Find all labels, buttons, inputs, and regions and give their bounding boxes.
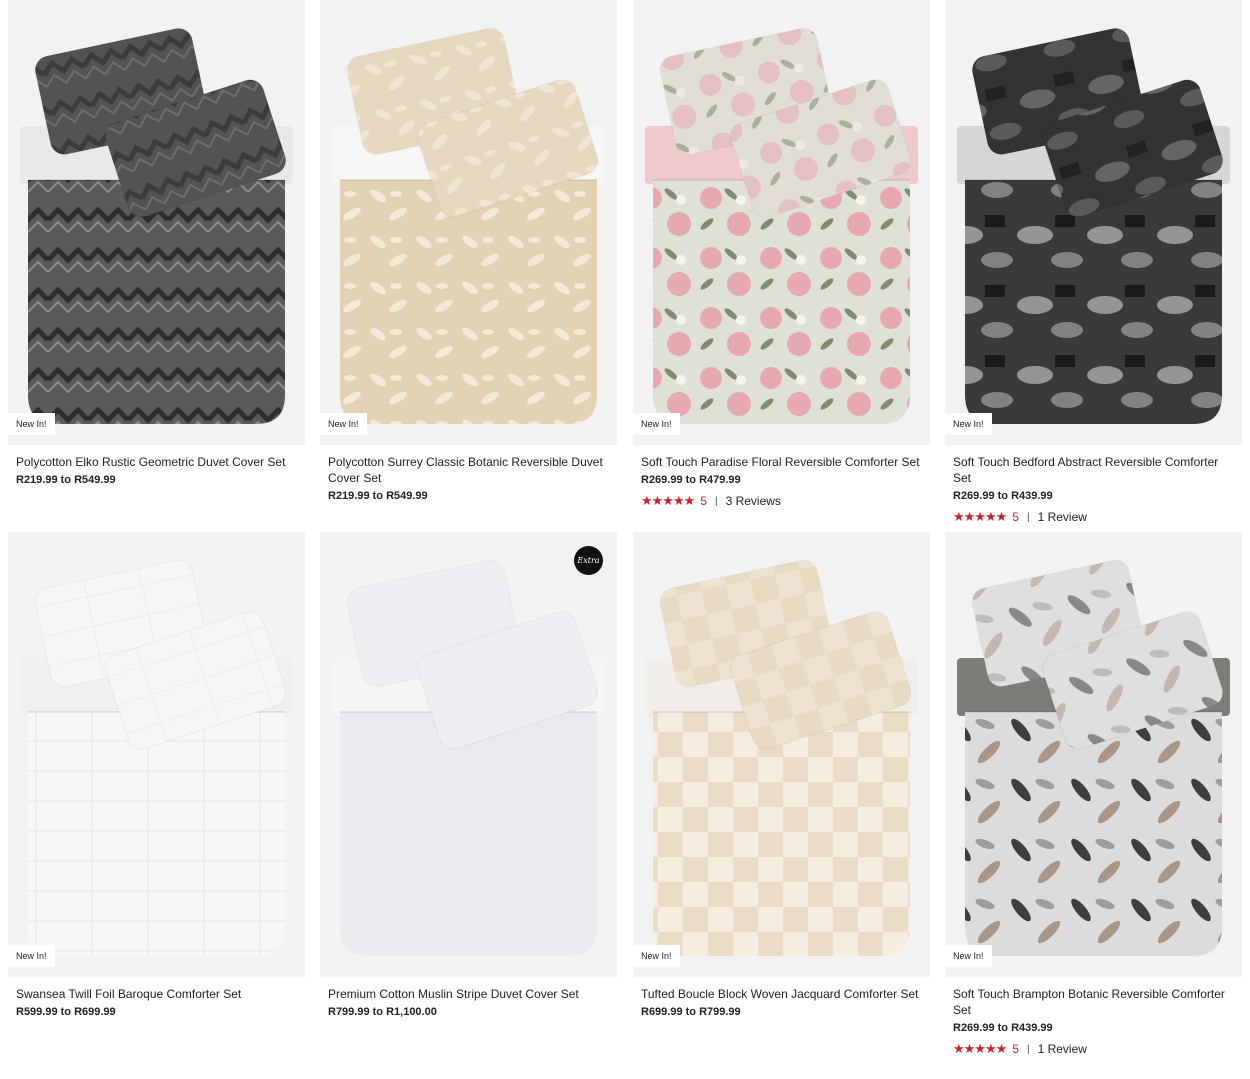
new-in-badge: New In! (8, 945, 55, 967)
product-price: R799.99 to R1,100.00 (328, 1006, 437, 1018)
product-card[interactable]: Extra Premium Cotton Muslin Stripe Duvet … (320, 532, 617, 1020)
product-image-link[interactable]: New In! (633, 0, 930, 445)
rating-score: 5 (1012, 510, 1019, 524)
product-card[interactable]: New In! Soft Touch Paradise Floral Revers… (633, 0, 930, 509)
star-rating-icon: ★★★★★ (953, 1041, 1007, 1056)
product-rating[interactable]: ★★★★★ 5 | 1 Review (953, 1041, 1234, 1057)
star-rating-icon: ★★★★★ (953, 509, 1007, 524)
product-image-link[interactable]: New In! (8, 0, 305, 445)
product-image-link[interactable]: New In! (8, 532, 305, 977)
rating-divider: | (1026, 1043, 1030, 1055)
product-title[interactable]: Soft Touch Paradise Floral Reversible Co… (641, 454, 922, 470)
product-image (633, 0, 930, 445)
product-card[interactable]: New In! Polycotton Elko Rustic Geometric … (8, 0, 305, 488)
product-title[interactable]: Soft Touch Bedford Abstract Reversible C… (953, 454, 1234, 486)
product-card[interactable]: New In! Swansea Twill Foil Baroque Comfor… (8, 532, 305, 1020)
product-image (8, 532, 305, 977)
product-price: R599.99 to R699.99 (16, 1006, 116, 1018)
product-image-link[interactable]: New In! (320, 0, 617, 445)
product-price: R219.99 to R549.99 (16, 474, 116, 486)
product-image-link[interactable]: New In! (945, 532, 1242, 977)
review-count-link[interactable]: 1 Review (1038, 1042, 1087, 1056)
product-card[interactable]: New In! Soft Touch Brampton Botanic Rever… (945, 532, 1242, 1057)
product-price: R269.99 to R479.99 (641, 474, 741, 486)
product-price: R269.99 to R439.99 (953, 490, 1053, 502)
product-price: R219.99 to R549.99 (328, 490, 428, 502)
product-price: R269.99 to R439.99 (953, 1022, 1053, 1034)
new-in-badge: New In! (633, 945, 680, 967)
product-image-link[interactable]: New In! (633, 532, 930, 977)
product-image (945, 532, 1242, 977)
product-card[interactable]: New In! Polycotton Surrey Classic Botanic… (320, 0, 617, 504)
product-image-link[interactable]: Extra (320, 532, 617, 977)
rating-divider: | (1026, 511, 1030, 523)
product-title[interactable]: Polycotton Surrey Classic Botanic Revers… (328, 454, 609, 486)
product-image-link[interactable]: New In! (945, 0, 1242, 445)
product-card[interactable]: New In! Soft Touch Bedford Abstract Rever… (945, 0, 1242, 525)
product-rating[interactable]: ★★★★★ 5 | 1 Review (953, 509, 1234, 525)
new-in-badge: New In! (8, 413, 55, 435)
product-image (633, 532, 930, 977)
rating-score: 5 (700, 494, 707, 508)
product-image (320, 532, 617, 977)
new-in-badge: New In! (320, 413, 367, 435)
product-title[interactable]: Tufted Boucle Block Woven Jacquard Comfo… (641, 986, 922, 1002)
product-rating[interactable]: ★★★★★ 5 | 3 Reviews (641, 493, 922, 509)
product-title[interactable]: Soft Touch Brampton Botanic Reversible C… (953, 986, 1234, 1018)
extra-brand-logo: Extra (574, 546, 603, 575)
product-image (945, 0, 1242, 445)
rating-divider: | (714, 495, 718, 507)
product-image (8, 0, 305, 445)
product-price: R699.99 to R799.99 (641, 1006, 741, 1018)
rating-score: 5 (1012, 1042, 1019, 1056)
new-in-badge: New In! (945, 413, 992, 435)
product-grid: New In! Polycotton Elko Rustic Geometric … (0, 0, 1250, 1079)
product-title[interactable]: Premium Cotton Muslin Stripe Duvet Cover… (328, 986, 609, 1002)
product-card[interactable]: New In! Tufted Boucle Block Woven Jacquar… (633, 532, 930, 1020)
new-in-badge: New In! (633, 413, 680, 435)
new-in-badge: New In! (945, 945, 992, 967)
product-title[interactable]: Polycotton Elko Rustic Geometric Duvet C… (16, 454, 297, 470)
review-count-link[interactable]: 1 Review (1038, 510, 1087, 524)
review-count-link[interactable]: 3 Reviews (726, 494, 781, 508)
star-rating-icon: ★★★★★ (641, 493, 695, 508)
product-image (320, 0, 617, 445)
product-title[interactable]: Swansea Twill Foil Baroque Comforter Set (16, 986, 297, 1002)
